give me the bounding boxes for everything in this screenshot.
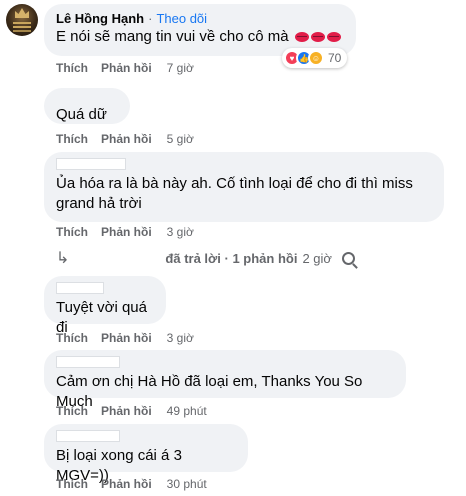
reply-button[interactable]: Phản hồi <box>101 131 152 147</box>
comment-actions: Thích Phản hồi 3 giờ <box>56 330 194 346</box>
reaction-count: 70 <box>328 51 342 65</box>
comment-actions: Thích Phản hồi 7 giờ <box>56 60 194 76</box>
replies-time: 2 giờ <box>302 250 332 266</box>
reaction-summary[interactable]: ♥ 👍 ☺ 70 <box>282 48 348 68</box>
kiss-lips-icon <box>294 32 309 43</box>
reply-button[interactable]: Phản hồi <box>101 403 152 419</box>
comment-time[interactable]: 3 giờ <box>167 224 194 240</box>
follow-button[interactable]: Theo dõi <box>156 10 207 27</box>
separator: · <box>148 11 153 26</box>
reply-button[interactable]: Phản hồi <box>101 330 152 346</box>
search-icon[interactable] <box>341 251 355 265</box>
like-button[interactable]: Thích <box>56 224 88 240</box>
comment-actions: Thích Phản hồi 30 phút <box>56 476 207 492</box>
crown-logo-icon <box>15 8 29 18</box>
commenter-name[interactable]: Lê Hồng Hạnh <box>56 10 144 27</box>
like-button[interactable]: Thích <box>56 330 88 346</box>
hidden-name <box>56 430 120 442</box>
comment-actions: Thích Phản hồi 3 giờ <box>56 224 194 240</box>
haha-icon: ☺ <box>308 50 324 66</box>
comment-text: E nói sẽ mang tin vui về cho cô mà <box>56 28 289 45</box>
comment-actions: Thích Phản hồi 5 giờ <box>56 131 194 147</box>
comment-time[interactable]: 3 giờ <box>167 330 194 346</box>
like-button[interactable]: Thích <box>56 403 88 419</box>
reply-button[interactable]: Phản hồi <box>101 60 152 76</box>
comment-text: Ủa hóa ra là bà này ah. Cố tình loại để … <box>56 175 413 212</box>
comment-actions: Thích Phản hồi 49 phút <box>56 403 207 419</box>
avatar[interactable] <box>6 4 38 36</box>
replies-label[interactable]: đã trả lời · 1 phản hồi <box>165 251 297 266</box>
comment-time[interactable]: 30 phút <box>167 476 207 492</box>
reply-arrow-icon: ↳ <box>56 250 70 267</box>
comment-time[interactable]: 7 giờ <box>167 60 194 76</box>
comment-bubble: Ủa hóa ra là bà này ah. Cố tình loại để … <box>44 152 444 222</box>
like-button[interactable]: Thích <box>56 131 88 147</box>
hidden-name <box>56 158 126 170</box>
comment-text: Quá dữ <box>56 106 107 123</box>
like-button[interactable]: Thích <box>56 60 88 76</box>
hidden-name <box>56 282 104 294</box>
reply-button[interactable]: Phản hồi <box>101 224 152 240</box>
kiss-lips-icon <box>310 32 325 43</box>
hidden-name <box>56 356 120 368</box>
kiss-lips-icon <box>326 32 341 43</box>
comment-bubble: Cảm ơn chị Hà Hồ đã loại em, Thanks You … <box>44 350 406 410</box>
comment-bubble: Quá dữ <box>44 88 130 124</box>
comment-time[interactable]: 49 phút <box>167 403 207 419</box>
view-replies[interactable]: ↳ đã trả lời · 1 phản hồi 2 giờ <box>56 248 355 268</box>
reply-button[interactable]: Phản hồi <box>101 476 152 492</box>
like-button[interactable]: Thích <box>56 476 88 492</box>
comment-bubble: Tuyệt vời quá đi <box>44 276 166 336</box>
comment-bubble: Bị loại xong cái á 3 MGV=)) <box>44 424 248 484</box>
comment-time[interactable]: 5 giờ <box>167 131 194 147</box>
